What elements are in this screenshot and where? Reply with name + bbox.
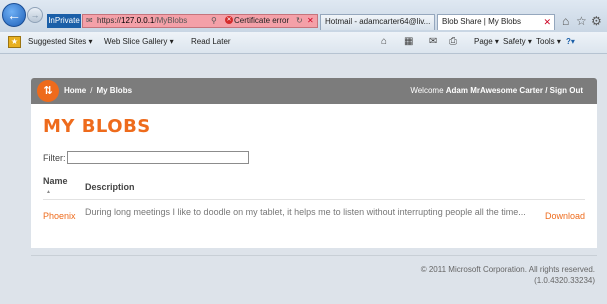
sign-out-link[interactable]: / Sign Out bbox=[545, 86, 583, 95]
table-row: Phoenix During long meetings I like to d… bbox=[43, 204, 585, 230]
print-icon[interactable]: ⎙ bbox=[449, 36, 457, 47]
url-host: 127.0.0.1 bbox=[121, 16, 155, 25]
close-tab-icon[interactable]: ✕ bbox=[543, 15, 551, 29]
breadcrumb: Home / My Blobs bbox=[64, 86, 132, 95]
url-path: /MyBlobs bbox=[154, 16, 188, 25]
tab-label: Blob Share | My Blobs bbox=[442, 17, 522, 26]
search-dropdown-icon[interactable]: ⚲ bbox=[211, 15, 217, 27]
back-button[interactable]: ← bbox=[2, 3, 26, 27]
certificate-error-icon[interactable]: ✕ bbox=[225, 16, 233, 24]
breadcrumb-current: My Blobs bbox=[96, 86, 133, 95]
site-header: ⇅ Home / My Blobs Welcome Adam MrAwesome C… bbox=[31, 78, 597, 104]
favorites-star-icon[interactable]: ☆ bbox=[576, 14, 587, 28]
url-protocol: https:// bbox=[97, 16, 122, 25]
address-bar[interactable]: ✉ https://127.0.0.1/MyBlobs ⚲ ✕ Certific… bbox=[82, 14, 318, 28]
address-url[interactable]: https://127.0.0.1/MyBlobs bbox=[97, 15, 187, 27]
tab-blob-share[interactable]: Blob Share | My Blobs ✕ bbox=[437, 14, 555, 30]
site-logo-icon[interactable]: ⇅ bbox=[37, 80, 59, 102]
inprivate-badge: InPrivate bbox=[47, 14, 81, 28]
column-header-name[interactable]: Name bbox=[43, 176, 68, 186]
header-divider bbox=[43, 199, 585, 200]
footer: © 2011 Microsoft Corporation. All rights… bbox=[421, 264, 595, 286]
refresh-icon[interactable]: ↻ bbox=[296, 15, 303, 27]
footer-divider bbox=[31, 255, 597, 256]
main-content: MY BLOBS Filter: Name ▲ Description Phoe… bbox=[31, 104, 597, 248]
filter-input[interactable] bbox=[67, 151, 249, 164]
breadcrumb-home-link[interactable]: Home bbox=[64, 86, 86, 95]
sort-ascending-icon[interactable]: ▲ bbox=[46, 189, 51, 195]
page-viewport: ⇅ Home / My Blobs Welcome Adam MrAwesome C… bbox=[0, 54, 607, 304]
filter-label: Filter: bbox=[43, 153, 66, 163]
blob-description: During long meetings I like to doodle on… bbox=[85, 207, 526, 217]
page-title: MY BLOBS bbox=[43, 116, 151, 137]
download-link[interactable]: Download bbox=[545, 211, 585, 221]
browser-nav-bar: ← → InPrivate ✉ https://127.0.0.1/MyBlob… bbox=[0, 0, 607, 32]
feeds-icon[interactable]: ▦ bbox=[404, 36, 413, 47]
version-text: (1.0.4320.33234) bbox=[534, 276, 595, 285]
help-menu[interactable]: ?▾ bbox=[566, 37, 575, 46]
tab-hotmail[interactable]: Hotmail - adamcarter64@liv... bbox=[320, 14, 435, 30]
favorites-bar: ★ Suggested Sites ▾ Web Slice Gallery ▾ … bbox=[0, 32, 607, 54]
forward-button[interactable]: → bbox=[27, 7, 43, 23]
read-later-link[interactable]: Read Later bbox=[191, 37, 231, 46]
page-icon: ✉ bbox=[86, 16, 93, 25]
breadcrumb-separator: / bbox=[90, 86, 93, 95]
safety-menu[interactable]: Safety ▾ bbox=[503, 37, 532, 46]
column-header-description: Description bbox=[85, 182, 135, 192]
favorites-icon[interactable]: ★ bbox=[8, 36, 21, 48]
page-menu[interactable]: Page ▾ bbox=[474, 37, 499, 46]
blob-name-link[interactable]: Phoenix bbox=[43, 211, 76, 221]
home-command-icon[interactable]: ⌂ bbox=[381, 36, 387, 47]
web-slice-gallery-link[interactable]: Web Slice Gallery ▾ bbox=[104, 37, 174, 46]
tools-menu[interactable]: Tools ▾ bbox=[536, 37, 561, 46]
tools-gear-icon[interactable]: ⚙ bbox=[591, 14, 602, 28]
suggested-sites-link[interactable]: Suggested Sites ▾ bbox=[28, 37, 93, 46]
mail-icon[interactable]: ✉ bbox=[429, 36, 437, 47]
user-welcome: Welcome Adam MrAwesome Carter / Sign Out bbox=[410, 86, 583, 95]
copyright-text: © 2011 Microsoft Corporation. All rights… bbox=[420, 265, 595, 274]
stop-icon[interactable]: ✕ bbox=[307, 15, 314, 27]
home-icon[interactable]: ⌂ bbox=[562, 14, 569, 28]
user-name: Adam MrAwesome Carter bbox=[445, 86, 543, 95]
tab-label: Hotmail - adamcarter64@liv... bbox=[325, 17, 431, 26]
welcome-text: Welcome bbox=[410, 86, 444, 95]
certificate-error-label[interactable]: Certificate error bbox=[234, 15, 289, 27]
